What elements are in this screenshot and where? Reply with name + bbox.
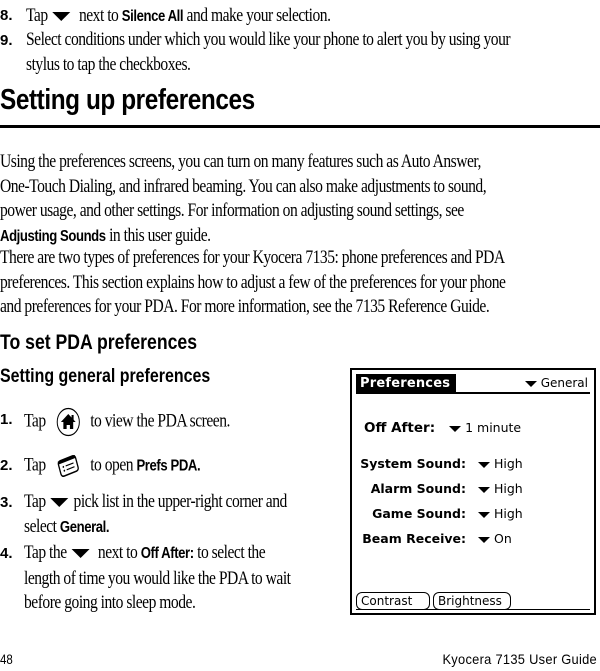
subsection-title: To set PDA preferences <box>0 331 198 354</box>
beam-receive-picker[interactable]: On <box>477 531 512 546</box>
step-3: 3. Tap pick list in the upper-right corne… <box>0 491 287 537</box>
setting-row-beam-receive: Beam Receive: On <box>362 531 512 546</box>
step-8: 8. Tap next to Silence All and make your… <box>0 5 331 26</box>
alarm-sound-picker[interactable]: High <box>477 481 523 496</box>
off-after-row: Off After: 1 minute <box>364 420 522 436</box>
step-2: 2. Tap to open Prefs PDA. <box>0 450 345 480</box>
game-sound-picker[interactable]: High <box>477 506 523 521</box>
step-number: 3. <box>0 494 13 511</box>
silence-all-label: Silence All <box>121 8 184 25</box>
step-number: 9. <box>0 32 13 49</box>
intro-paragraph: Using the preferences screens, you can t… <box>0 151 487 246</box>
step-text: Tap <box>26 5 48 26</box>
setting-row-game-sound: Game Sound: High <box>372 506 523 521</box>
prefs-icon <box>56 453 81 479</box>
step-number: 8. <box>0 7 13 24</box>
step-number: 1. <box>0 411 13 428</box>
step-9: 9. Select conditions under which you wou… <box>0 29 511 75</box>
dropdown-triangle-icon <box>477 486 490 493</box>
step-number: 4. <box>0 545 13 562</box>
guide-title: Kyocera 7135 User Guide <box>442 651 597 667</box>
prefs-pda-label: Prefs PDA. <box>136 457 201 475</box>
home-icon <box>56 407 81 437</box>
contrast-button[interactable]: Contrast <box>356 592 430 610</box>
pda-bottom-rule <box>356 609 590 610</box>
step-4: 4. Tap the next to Off After: to select … <box>0 542 291 613</box>
dropdown-triangle-icon <box>50 498 69 508</box>
section-title: Setting up preferences <box>0 84 255 116</box>
pda-preferences-screen: Preferences General Off After: 1 minute … <box>350 368 596 615</box>
dropdown-triangle-icon <box>449 425 462 432</box>
section-divider <box>0 125 600 128</box>
system-sound-picker[interactable]: High <box>477 456 523 471</box>
step-number: 2. <box>0 457 13 474</box>
dropdown-triangle-icon <box>524 380 537 387</box>
page-number: 48 <box>0 651 13 667</box>
dropdown-triangle-icon <box>52 12 71 22</box>
dropdown-triangle-icon <box>477 511 490 518</box>
dropdown-triangle-icon <box>477 461 490 468</box>
types-paragraph: There are two types of preferences for y… <box>0 247 506 317</box>
adjusting-sounds-link: Adjusting Sounds <box>0 227 106 245</box>
subsection-subtitle: Setting general preferences <box>0 366 211 387</box>
brightness-button[interactable]: Brightness <box>433 592 511 610</box>
off-after-label: Off After: <box>140 545 194 562</box>
dropdown-triangle-icon <box>477 536 490 543</box>
setting-row-alarm-sound: Alarm Sound: High <box>370 481 523 496</box>
dropdown-triangle-icon <box>71 549 90 559</box>
pda-title: Preferences <box>356 374 457 393</box>
category-picker[interactable]: General <box>524 375 588 391</box>
pda-title-rule <box>356 392 590 394</box>
setting-row-system-sound: System Sound: High <box>360 456 523 471</box>
step-1: 1. Tap to view the PDA screen. <box>0 402 345 437</box>
off-after-picker[interactable]: 1 minute <box>449 420 521 435</box>
general-label: General. <box>59 518 110 536</box>
